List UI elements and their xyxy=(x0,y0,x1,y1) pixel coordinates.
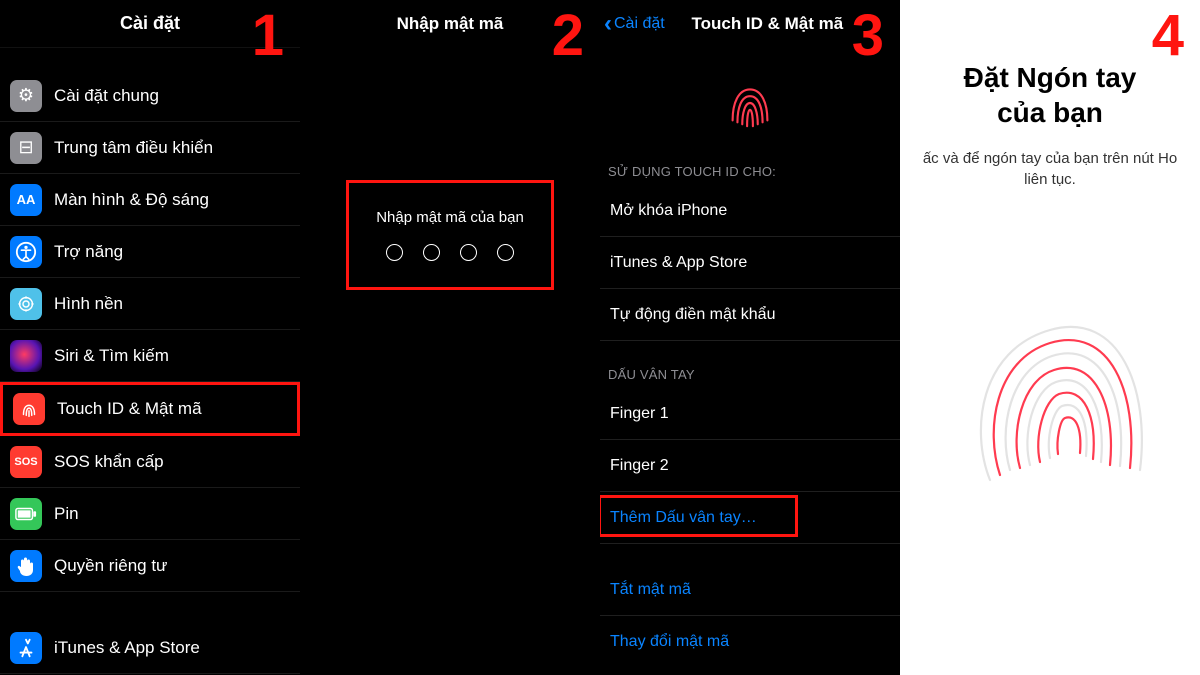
place-finger-title: Đặt Ngón tay của bạn xyxy=(900,60,1200,130)
wallpaper-icon xyxy=(10,288,42,320)
row-battery[interactable]: Pin xyxy=(0,488,300,540)
step-number-3: 3 xyxy=(852,2,884,69)
siri-icon xyxy=(10,340,42,372)
passcode-dot xyxy=(386,244,403,261)
row-finger-1[interactable]: Finger 1 xyxy=(600,388,900,440)
touch-id-icon xyxy=(13,393,45,425)
sub-line-1: ấc và để ngón tay của bạn trên nút Ho xyxy=(923,150,1177,167)
row-general[interactable]: ⚙ Cài đặt chung xyxy=(0,70,300,122)
settings-list: ⚙ Cài đặt chung ⊟ Trung tâm điều khiển A… xyxy=(0,48,300,674)
list-spacer xyxy=(0,592,300,622)
row-control-center[interactable]: ⊟ Trung tâm điều khiển xyxy=(0,122,300,174)
row-unlock-iphone[interactable]: Mở khóa iPhone xyxy=(600,185,900,237)
label-accessibility: Trợ năng xyxy=(54,242,290,262)
label-appstore: iTunes & App Store xyxy=(54,638,290,658)
section-use-touchid: SỬ DỤNG TOUCH ID CHO: xyxy=(600,158,900,185)
sub-line-2: liên tục. xyxy=(1024,171,1076,188)
row-display[interactable]: AA Màn hình & Độ sáng xyxy=(0,174,300,226)
row-autofill[interactable]: Tự động điền mật khẩu xyxy=(600,289,900,341)
row-itunes-store[interactable]: iTunes & App Store xyxy=(600,237,900,289)
label-privacy: Quyền riêng tư xyxy=(54,556,290,576)
row-turn-off-passcode[interactable]: Tắt mật mã xyxy=(600,564,900,616)
step-number-4: 4 xyxy=(1152,2,1184,69)
back-button[interactable]: ‹ Cài đặt xyxy=(600,15,665,33)
label-wallpaper: Hình nền xyxy=(54,294,290,314)
panel-3-touchid: 3 ‹ Cài đặt Touch ID & Mật mã SỬ DỤNG TO… xyxy=(600,0,900,675)
settings-title: Cài đặt xyxy=(120,13,180,34)
step-number-1: 1 xyxy=(252,2,284,69)
privacy-icon xyxy=(10,550,42,582)
row-wallpaper[interactable]: Hình nền xyxy=(0,278,300,330)
row-privacy[interactable]: Quyền riêng tư xyxy=(0,540,300,592)
row-touch-id[interactable]: Touch ID & Mật mã xyxy=(0,382,300,436)
label-autofill: Tự động điền mật khẩu xyxy=(610,306,775,324)
appstore-icon xyxy=(10,632,42,664)
label-touch-id: Touch ID & Mật mã xyxy=(57,399,287,419)
label-turnoff: Tắt mật mã xyxy=(610,581,691,599)
control-center-icon: ⊟ xyxy=(10,132,42,164)
row-accessibility[interactable]: Trợ năng xyxy=(0,226,300,278)
row-finger-2[interactable]: Finger 2 xyxy=(600,440,900,492)
row-add-fingerprint[interactable]: Thêm Dấu vân tay… xyxy=(600,492,900,544)
row-siri[interactable]: Siri & Tìm kiếm xyxy=(0,330,300,382)
display-icon: AA xyxy=(10,184,42,216)
battery-icon xyxy=(10,498,42,530)
passcode-dot xyxy=(497,244,514,261)
fingerprint-graphic xyxy=(900,280,1200,510)
title-line-1: Đặt Ngón tay xyxy=(964,62,1137,93)
label-finger-1: Finger 1 xyxy=(610,405,669,423)
section-fingerprints: DẤU VÂN TAY xyxy=(600,361,900,388)
passcode-highlight-box: Nhập mật mã của bạn xyxy=(346,180,554,290)
accessibility-icon xyxy=(10,236,42,268)
label-itunes: iTunes & App Store xyxy=(610,254,747,272)
title-line-2: của bạn xyxy=(997,97,1103,128)
row-change-passcode[interactable]: Thay đổi mật mã xyxy=(600,616,900,668)
panel-4-place-finger: 4 Đặt Ngón tay của bạn ấc và để ngón tay… xyxy=(900,0,1200,675)
panel-1-settings: 1 Cài đặt ⚙ Cài đặt chung ⊟ Trung tâm đi… xyxy=(0,0,300,675)
passcode-title: Nhập mật mã xyxy=(397,14,504,34)
label-sos: SOS khẩn cấp xyxy=(54,452,290,472)
label-unlock: Mở khóa iPhone xyxy=(610,202,727,220)
label-finger-2: Finger 2 xyxy=(610,457,669,475)
sos-icon: SOS xyxy=(10,446,42,478)
passcode-prompt: Nhập mật mã của bạn xyxy=(376,209,524,226)
sos-badge-text: SOS xyxy=(14,456,37,468)
chevron-left-icon: ‹ xyxy=(604,18,612,30)
gear-icon: ⚙ xyxy=(10,80,42,112)
row-sos[interactable]: SOS SOS khẩn cấp xyxy=(0,436,300,488)
step-number-2: 2 xyxy=(552,2,584,69)
passcode-dot xyxy=(423,244,440,261)
label-battery: Pin xyxy=(54,504,290,524)
panel-2-passcode: 2 Nhập mật mã Nhập mật mã của bạn xyxy=(300,0,600,675)
row-appstore[interactable]: iTunes & App Store xyxy=(0,622,300,674)
label-general: Cài đặt chung xyxy=(54,86,290,106)
back-label: Cài đặt xyxy=(614,15,665,33)
label-siri: Siri & Tìm kiếm xyxy=(54,346,290,366)
passcode-dot xyxy=(460,244,477,261)
add-fingerprint-highlight xyxy=(600,495,798,537)
label-change: Thay đổi mật mã xyxy=(610,633,729,651)
label-display: Màn hình & Độ sáng xyxy=(54,190,290,210)
label-control-center: Trung tâm điều khiển xyxy=(54,138,290,158)
passcode-dots[interactable] xyxy=(386,244,514,261)
place-finger-subtitle: ấc và để ngón tay của bạn trên nút Ho li… xyxy=(900,148,1200,190)
